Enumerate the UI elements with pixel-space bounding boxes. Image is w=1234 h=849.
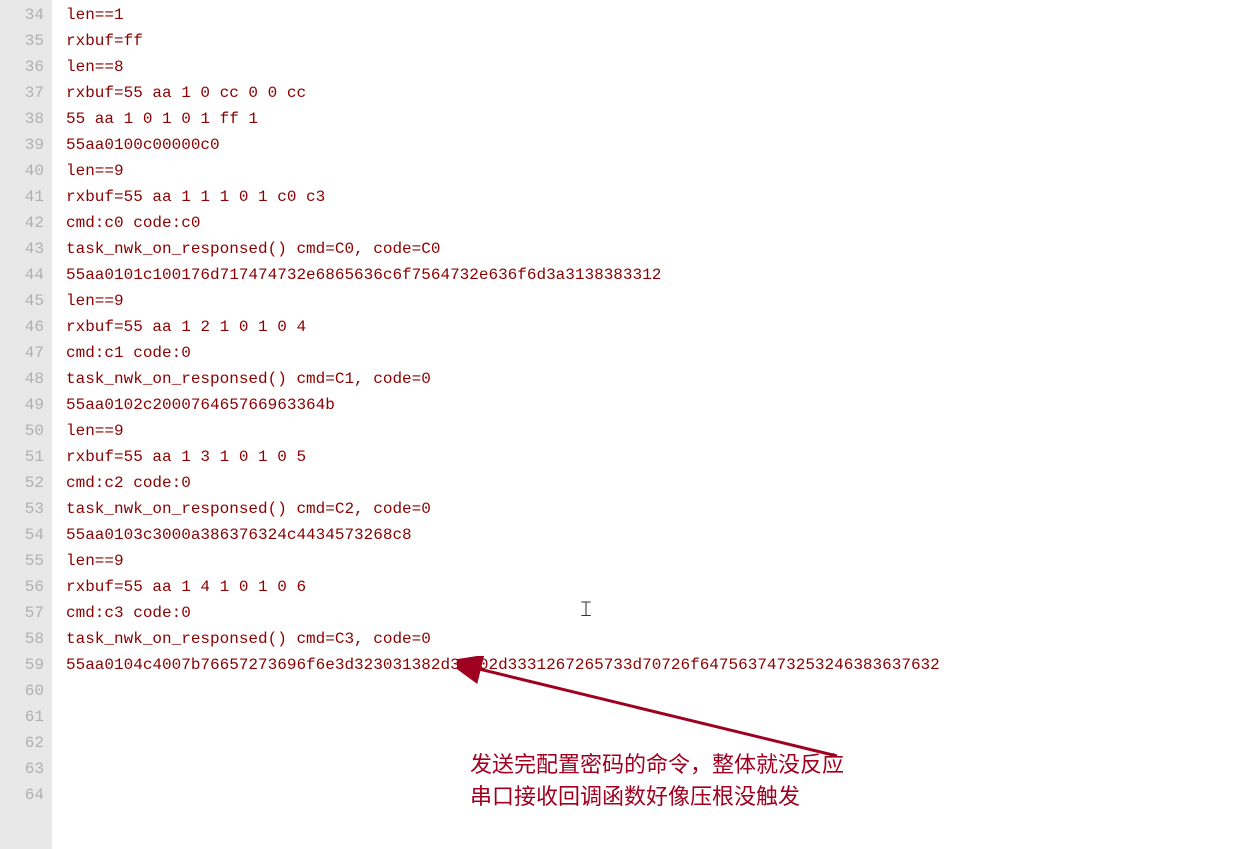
code-line[interactable]: 55aa0102c200076465766963364b [66,392,1234,418]
line-number: 35 [4,28,44,54]
line-number: 49 [4,392,44,418]
line-number: 59 [4,652,44,678]
code-line[interactable] [66,678,1234,704]
line-number: 61 [4,704,44,730]
line-number: 44 [4,262,44,288]
line-number: 42 [4,210,44,236]
code-line[interactable]: cmd:c2 code:0 [66,470,1234,496]
line-number: 34 [4,2,44,28]
line-number: 63 [4,756,44,782]
code-line[interactable]: cmd:c3 code:0 [66,600,1234,626]
line-number-gutter: 3435363738394041424344454647484950515253… [0,0,52,849]
line-number: 39 [4,132,44,158]
code-editor: 3435363738394041424344454647484950515253… [0,0,1234,849]
line-number: 36 [4,54,44,80]
line-number: 56 [4,574,44,600]
line-number: 58 [4,626,44,652]
line-number: 55 [4,548,44,574]
line-number: 37 [4,80,44,106]
line-number: 45 [4,288,44,314]
code-content[interactable]: len==1rxbuf=fflen==8rxbuf=55 aa 1 0 cc 0… [52,0,1234,849]
code-line[interactable]: rxbuf=55 aa 1 0 cc 0 0 cc [66,80,1234,106]
code-line[interactable]: 55aa0103c3000a386376324c4434573268c8 [66,522,1234,548]
line-number: 40 [4,158,44,184]
line-number: 60 [4,678,44,704]
line-number: 64 [4,782,44,808]
code-line[interactable]: 55aa0101c100176d717474732e6865636c6f7564… [66,262,1234,288]
code-line[interactable]: cmd:c1 code:0 [66,340,1234,366]
line-number: 57 [4,600,44,626]
line-number: 52 [4,470,44,496]
line-number: 41 [4,184,44,210]
code-line[interactable]: cmd:c0 code:c0 [66,210,1234,236]
code-line[interactable]: rxbuf=55 aa 1 4 1 0 1 0 6 [66,574,1234,600]
annotation-line1: 发送完配置密码的命令，整体就没反应 [470,749,844,781]
code-line[interactable]: len==9 [66,158,1234,184]
code-line[interactable] [66,704,1234,730]
line-number: 38 [4,106,44,132]
code-line[interactable]: len==9 [66,548,1234,574]
code-line[interactable]: rxbuf=55 aa 1 3 1 0 1 0 5 [66,444,1234,470]
line-number: 62 [4,730,44,756]
line-number: 43 [4,236,44,262]
code-line[interactable]: 55aa0100c00000c0 [66,132,1234,158]
annotation-text: 发送完配置密码的命令，整体就没反应 串口接收回调函数好像压根没触发 [470,749,844,813]
code-line[interactable]: task_nwk_on_responsed() cmd=C0, code=C0 [66,236,1234,262]
code-line[interactable]: len==1 [66,2,1234,28]
annotation-line2: 串口接收回调函数好像压根没触发 [470,781,844,813]
code-line[interactable]: task_nwk_on_responsed() cmd=C2, code=0 [66,496,1234,522]
code-line[interactable]: task_nwk_on_responsed() cmd=C1, code=0 [66,366,1234,392]
code-line[interactable]: task_nwk_on_responsed() cmd=C3, code=0 [66,626,1234,652]
line-number: 53 [4,496,44,522]
text-cursor-icon: 𝙸 [578,596,594,622]
code-line[interactable]: 55 aa 1 0 1 0 1 ff 1 [66,106,1234,132]
code-line[interactable]: len==9 [66,418,1234,444]
line-number: 47 [4,340,44,366]
line-number: 50 [4,418,44,444]
line-number: 46 [4,314,44,340]
code-line[interactable]: rxbuf=55 aa 1 2 1 0 1 0 4 [66,314,1234,340]
code-line[interactable]: 55aa0104c4007b76657273696f6e3d323031382d… [66,652,1234,678]
code-line[interactable]: len==9 [66,288,1234,314]
line-number: 48 [4,366,44,392]
code-line[interactable]: rxbuf=55 aa 1 1 1 0 1 c0 c3 [66,184,1234,210]
code-line[interactable]: len==8 [66,54,1234,80]
code-line[interactable]: rxbuf=ff [66,28,1234,54]
line-number: 54 [4,522,44,548]
line-number: 51 [4,444,44,470]
